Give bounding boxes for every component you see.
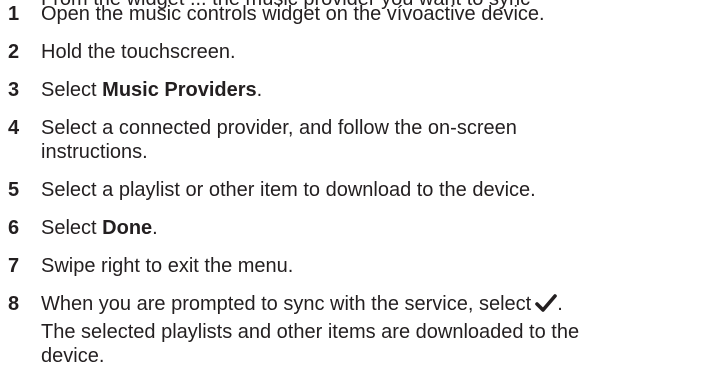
step-number: 2 <box>8 41 20 63</box>
step-number: 1 <box>8 3 20 25</box>
step-text-suffix: . <box>256 79 263 101</box>
ui-term-music-providers: Music Providers <box>102 79 257 101</box>
document-page: From the widget ... the music provider y… <box>0 0 703 368</box>
result-note: The selected playlists and other items a… <box>41 320 691 368</box>
step-number: 5 <box>8 179 20 201</box>
step-text: Select Done. <box>41 216 691 240</box>
step-text: When you are prompted to sync with the s… <box>41 292 691 319</box>
step-number: 8 <box>8 293 20 315</box>
step-text-suffix: . <box>557 293 563 315</box>
result-note-line1: The selected playlists and other items a… <box>41 321 580 343</box>
step-number: 3 <box>8 79 20 101</box>
step-text-main: When you are prompted to sync with the s… <box>41 293 532 315</box>
step-number: 6 <box>8 217 20 239</box>
step-text-prefix: Select <box>41 217 103 239</box>
step-text: Select Music Providers. <box>41 78 691 102</box>
step-text: Select a connected provider, and follow … <box>41 116 691 164</box>
result-note-line2: device. <box>41 345 105 367</box>
step-number: 4 <box>8 117 20 139</box>
ui-term-done: Done <box>102 217 153 239</box>
step-text-prefix: Select <box>41 79 103 101</box>
step-text-line1: Select a connected provider, and follow … <box>41 117 517 139</box>
step-text: Open the music controls widget on the ví… <box>41 3 545 25</box>
step-number: 7 <box>8 255 20 277</box>
step-text: Select a playlist or other item to downl… <box>41 179 536 201</box>
checkmark-icon <box>535 293 558 319</box>
step-text: Hold the touchscreen. <box>41 41 236 63</box>
step-text-line2: instructions. <box>41 141 148 163</box>
step-text: Swipe right to exit the menu. <box>41 255 294 277</box>
step-text-suffix: . <box>152 217 158 239</box>
